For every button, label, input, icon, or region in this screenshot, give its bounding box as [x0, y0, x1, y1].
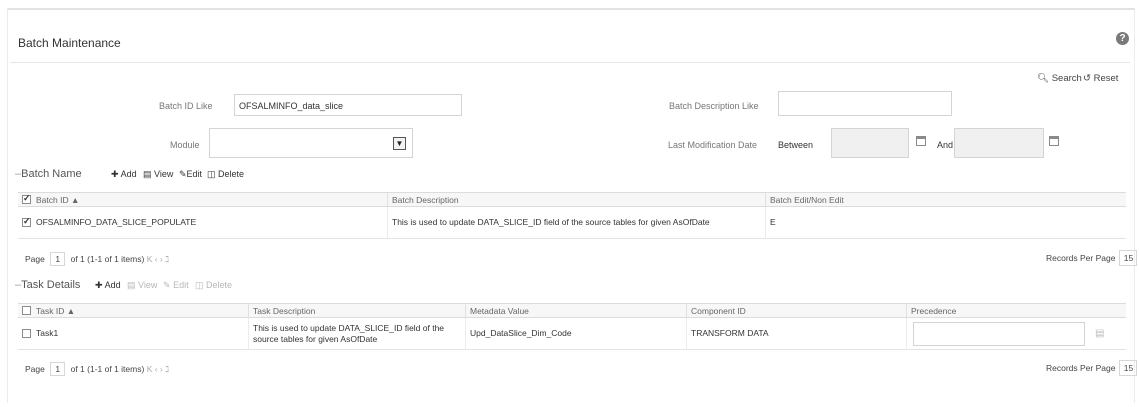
row-checkbox[interactable]: [22, 216, 31, 227]
help-icon[interactable]: ?: [1116, 32, 1129, 45]
page-title: Batch Maintenance: [18, 36, 121, 50]
reset-button[interactable]: ↺ Reset: [1083, 73, 1118, 84]
last-modification-date-label: Last Modification Date: [668, 140, 758, 150]
task-records-per-page: Records Per Page 15: [1046, 360, 1138, 376]
header-divider: [10, 62, 1130, 63]
records-per-page-input[interactable]: 15: [1119, 360, 1138, 376]
batch-id-field[interactable]: OFSALMINFO_data_slice: [234, 94, 462, 116]
precedence-field[interactable]: [913, 321, 1085, 346]
task-description-cell: This is used to update DATA_SLICE_ID fie…: [248, 318, 465, 349]
search-icon: 🔍︎: [1037, 73, 1050, 84]
between-label: Between: [778, 140, 814, 150]
plus-icon: ✚: [95, 280, 103, 290]
to-date-field[interactable]: [954, 128, 1044, 158]
task-description-column-header[interactable]: Task Description: [248, 304, 465, 317]
calendar-icon[interactable]: [916, 136, 926, 146]
delete-task-button[interactable]: ◫ Delete: [195, 280, 232, 291]
component-id-cell: TRANSFORM DATA: [686, 318, 906, 349]
pager-nav-icons[interactable]: K ‹ › ℷ: [147, 364, 169, 374]
delete-batch-button[interactable]: ◫ Delete: [207, 169, 244, 180]
batch-id-label: Batch ID Like: [159, 101, 213, 111]
row-checkbox[interactable]: [22, 329, 31, 338]
view-icon: ▤: [143, 169, 152, 179]
batch-edit-column-header[interactable]: Batch Edit/Non Edit: [765, 193, 1126, 206]
from-date-field[interactable]: [831, 128, 909, 158]
table-row[interactable]: Task1 This is used to update DATA_SLICE_…: [18, 318, 1126, 350]
metadata-value-cell: Upd_DataSlice_Dim_Code: [465, 318, 686, 349]
task-id-cell: Task1: [36, 328, 59, 338]
batch-id-cell: OFSALMINFO_DATA_SLICE_POPULATE: [36, 217, 197, 227]
calendar-icon[interactable]: [1049, 136, 1059, 146]
pager-nav-icons[interactable]: K ‹ › ℷ: [147, 254, 169, 264]
trash-icon: ◫: [207, 169, 216, 179]
sort-asc-icon: ▲: [66, 305, 76, 316]
batch-description-column-header[interactable]: Batch Description: [387, 193, 765, 206]
table-row[interactable]: OFSALMINFO_DATA_SLICE_POPULATE This is u…: [18, 207, 1126, 239]
task-details-section-title[interactable]: –Task Details: [15, 279, 80, 291]
batch-name-section-title[interactable]: –Batch Name: [15, 168, 82, 180]
module-label: Module: [170, 140, 200, 150]
select-all-checkbox[interactable]: [22, 193, 31, 204]
batch-id-column-header[interactable]: Batch ID ▲: [18, 193, 387, 206]
precedence-browse-icon[interactable]: ▤: [1095, 328, 1104, 339]
add-batch-button[interactable]: ✚ Add: [111, 169, 137, 180]
page-number-input[interactable]: 1: [50, 362, 66, 376]
component-id-column-header[interactable]: Component ID: [686, 304, 906, 317]
edit-batch-button[interactable]: ✎Edit: [179, 169, 202, 180]
sort-asc-icon: ▲: [70, 194, 80, 205]
module-select[interactable]: ▼: [209, 128, 413, 158]
task-id-column-header[interactable]: Task ID ▲: [18, 304, 248, 317]
view-batch-button[interactable]: ▤ View: [143, 169, 173, 180]
edit-icon: ✎: [179, 169, 187, 179]
metadata-value-column-header[interactable]: Metadata Value: [465, 304, 686, 317]
search-button[interactable]: 🔍︎ Search: [1037, 73, 1082, 84]
page-number-input[interactable]: 1: [50, 252, 66, 266]
task-pager: Page 1 of 1 (1-1 of 1 items) K ‹ › ℷ: [25, 362, 170, 376]
batch-pager: Page 1 of 1 (1-1 of 1 items) K ‹ › ℷ: [25, 252, 170, 266]
chevron-down-icon[interactable]: ▼: [393, 137, 406, 150]
batch-table-header: Batch ID ▲ Batch Description Batch Edit/…: [18, 192, 1126, 207]
precedence-column-header[interactable]: Precedence: [906, 304, 1126, 317]
reset-icon: ↺: [1083, 73, 1091, 84]
trash-icon: ◫: [195, 280, 204, 290]
plus-icon: ✚: [111, 169, 119, 179]
batch-description-cell: This is used to update DATA_SLICE_ID fie…: [387, 207, 765, 238]
batch-records-per-page: Records Per Page 15: [1046, 250, 1138, 266]
task-table-header: Task ID ▲ Task Description Metadata Valu…: [18, 303, 1126, 318]
records-per-page-input[interactable]: 15: [1119, 250, 1138, 266]
batch-description-field[interactable]: [778, 91, 952, 116]
select-all-checkbox[interactable]: [22, 306, 31, 315]
add-task-button[interactable]: ✚ Add: [95, 280, 121, 291]
edit-task-button[interactable]: ✎ Edit: [163, 280, 189, 291]
batch-description-label: Batch Description Like: [669, 101, 759, 111]
view-icon: ▤: [127, 280, 136, 290]
view-task-button[interactable]: ▤ View: [127, 280, 157, 291]
batch-edit-flag-cell: E: [765, 207, 1126, 238]
and-label: And: [937, 140, 954, 150]
edit-icon: ✎: [163, 280, 171, 290]
